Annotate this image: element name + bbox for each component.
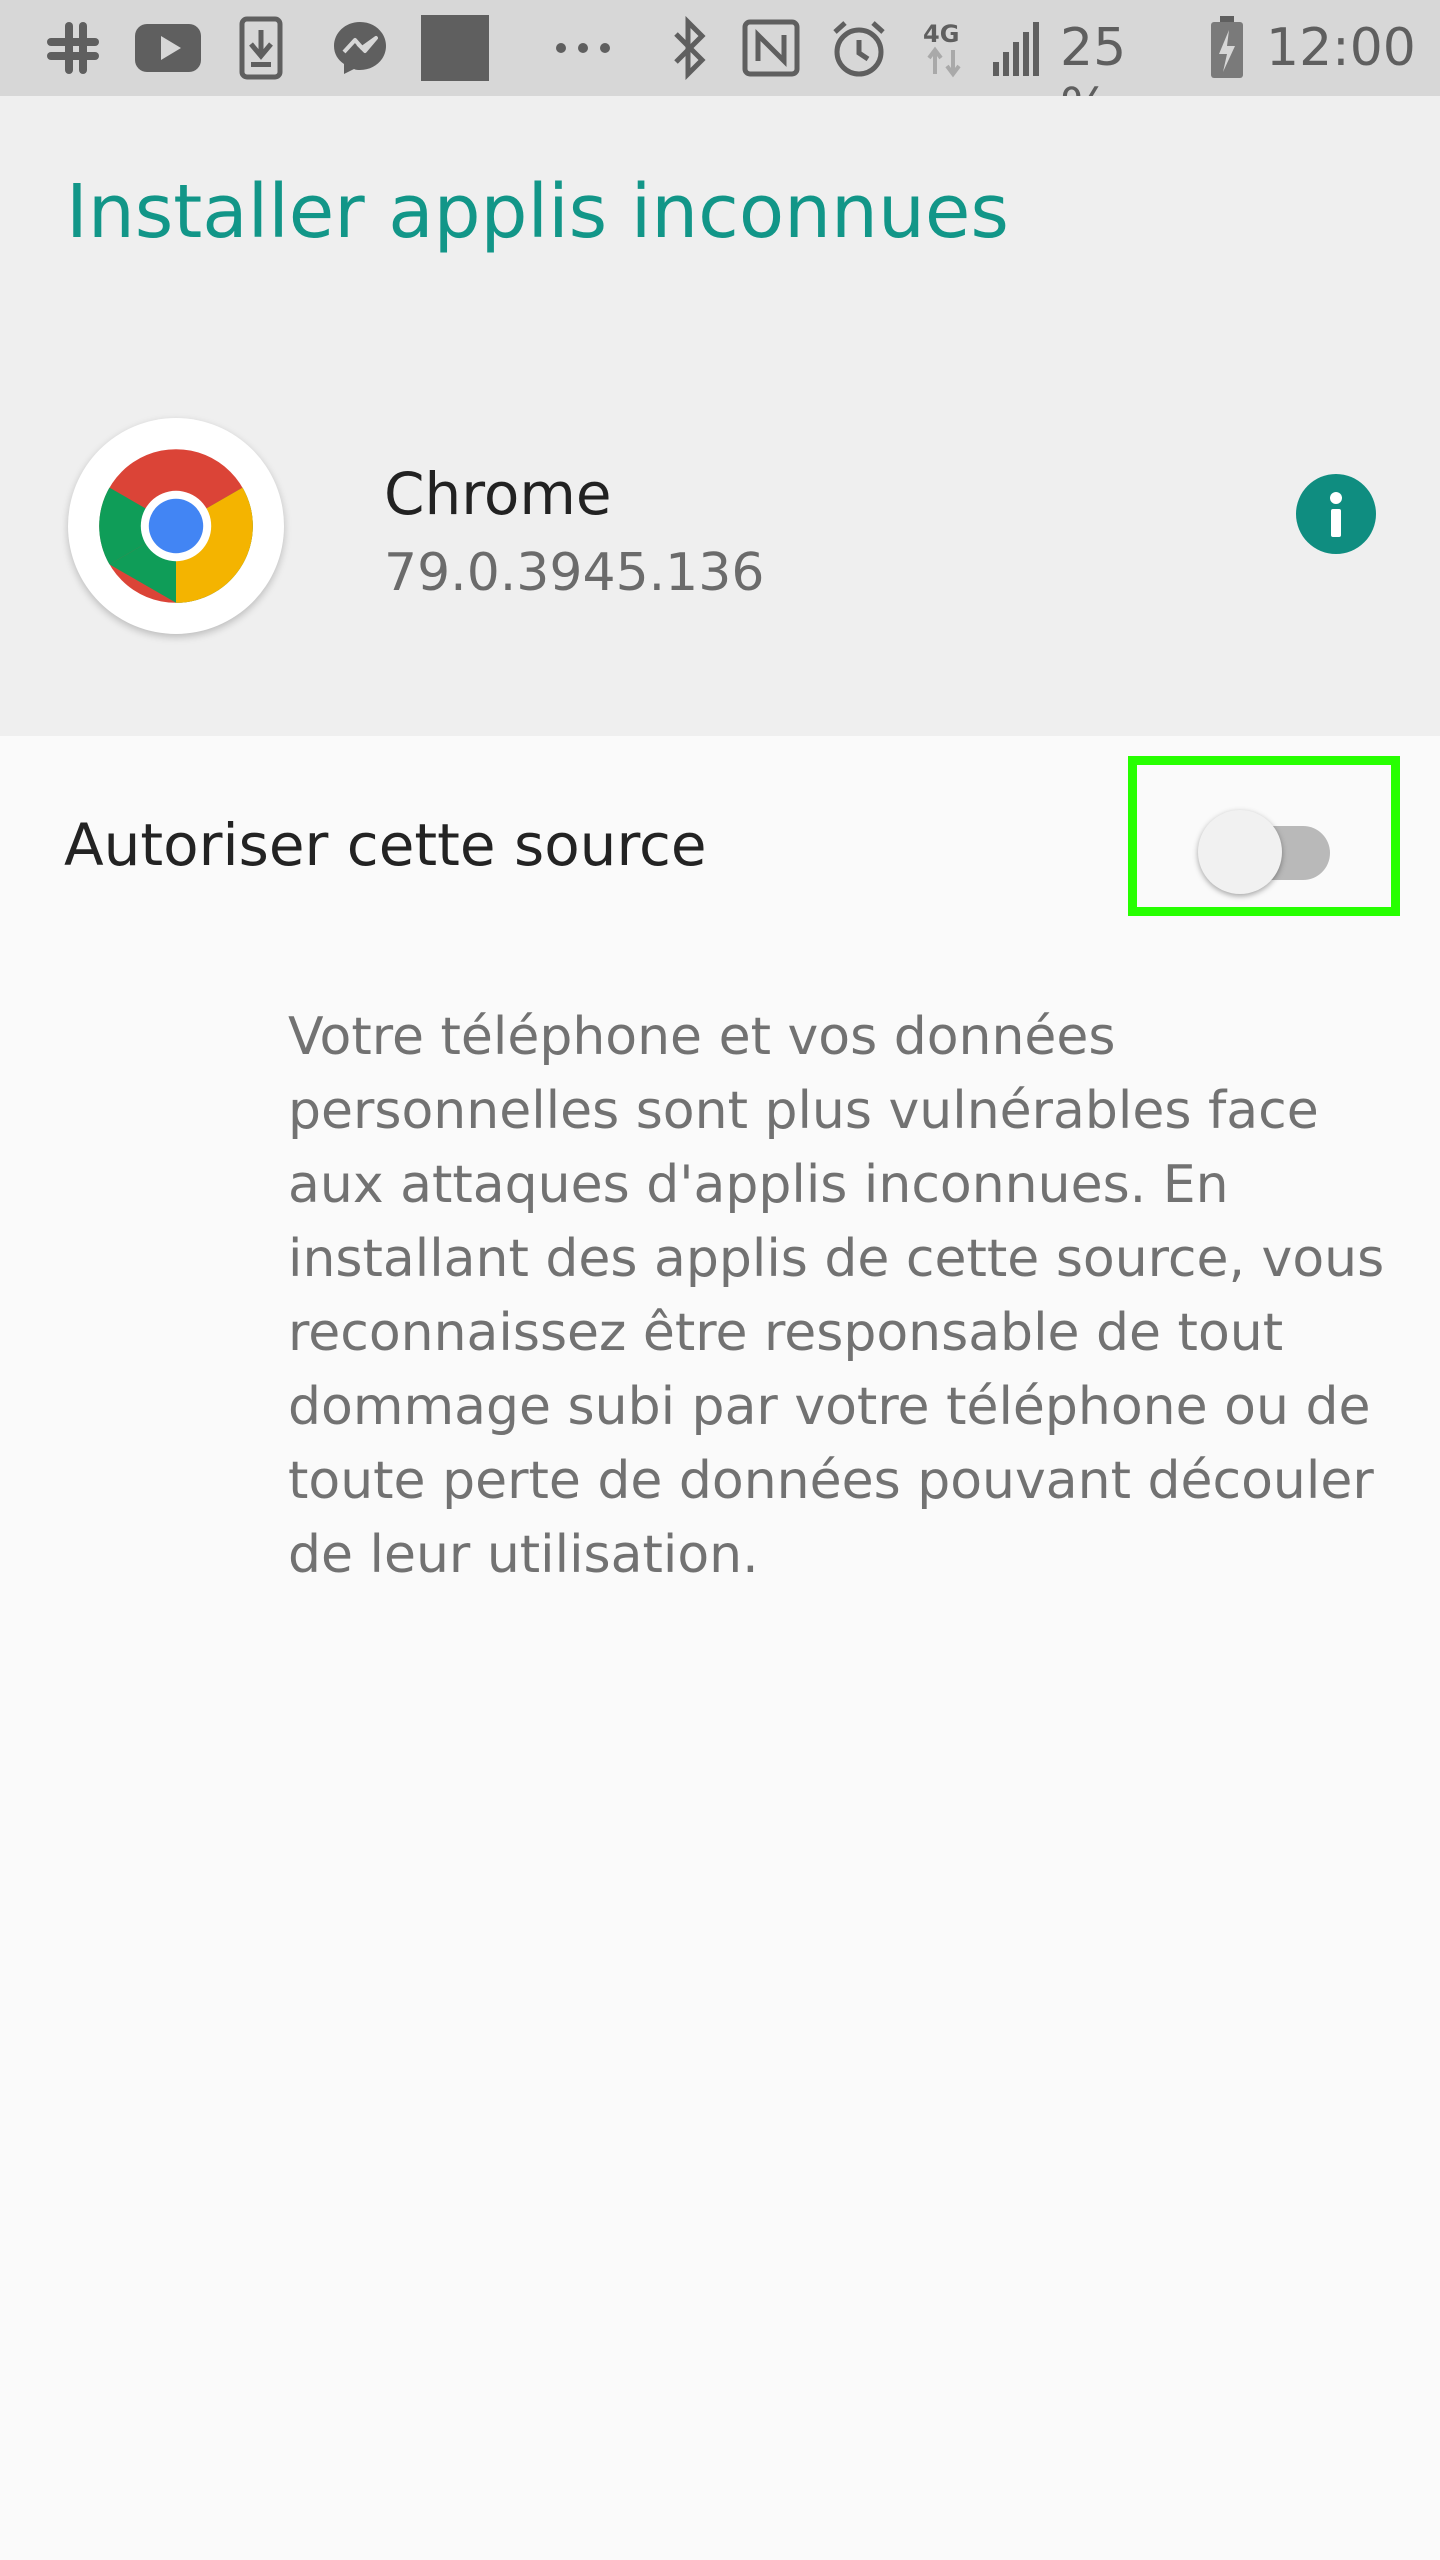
signal-icon: [990, 18, 1040, 78]
nfc-icon: [740, 18, 802, 78]
app-name: Chrome: [384, 460, 612, 528]
4g-icon: 4G: [920, 18, 970, 78]
download-icon: [236, 16, 286, 80]
youtube-icon: [134, 18, 202, 78]
svg-text:4G: 4G: [923, 20, 959, 48]
battery-percent: 25 %: [1060, 18, 1127, 138]
more-dots-icon: [552, 18, 614, 78]
allow-source-toggle[interactable]: [1198, 804, 1332, 894]
slack-icon: [40, 18, 106, 78]
info-icon[interactable]: [1296, 474, 1376, 554]
battery-icon: [1206, 16, 1248, 78]
page-title: Installer applis inconnues: [66, 169, 1009, 255]
bluetooth-icon: [666, 16, 714, 80]
chrome-icon: [68, 418, 284, 634]
warning-text: Votre téléphone et vos données personnel…: [288, 1007, 1385, 1585]
image-placeholder-icon: [420, 15, 490, 81]
clock: 12:00: [1266, 18, 1416, 78]
messenger-icon: [328, 18, 392, 78]
allow-source-label: Autoriser cette source: [64, 811, 707, 879]
status-bar: 4G 25 % 12:00: [0, 0, 1440, 138]
toggle-thumb: [1198, 810, 1282, 894]
alarm-icon: [826, 18, 892, 78]
app-version: 79.0.3945.136: [384, 543, 765, 603]
